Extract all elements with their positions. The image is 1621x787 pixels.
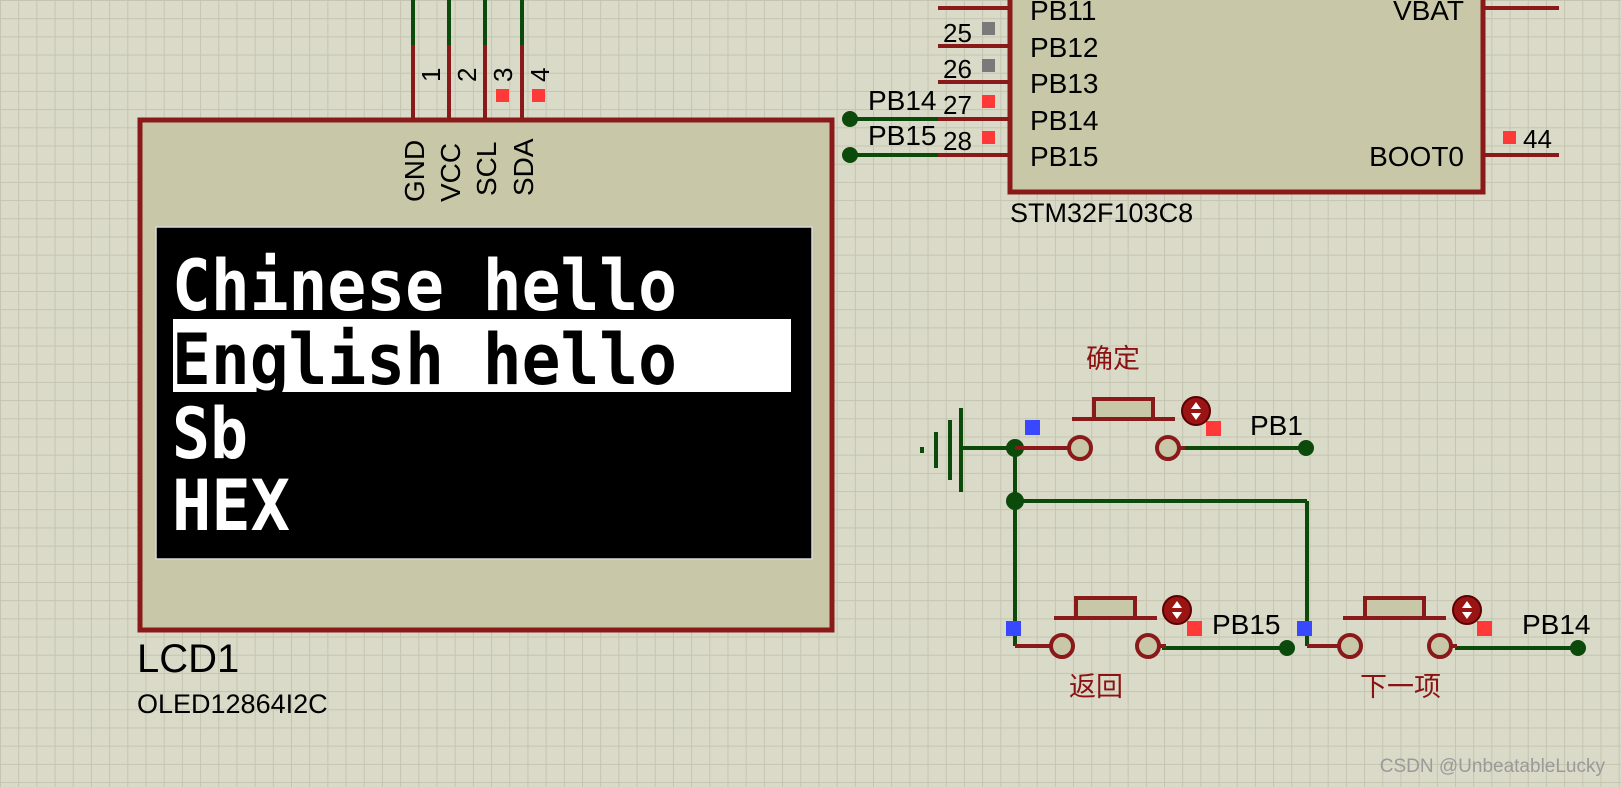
mcu-pin-num-28: 28 xyxy=(943,126,972,156)
ground-icon xyxy=(920,408,963,492)
pin-state-marker xyxy=(1006,621,1021,636)
oled-pin-num-2: 2 xyxy=(452,68,482,82)
pin-state-marker xyxy=(1477,621,1492,636)
mcu-pin-pb11: PB11 xyxy=(1030,0,1096,26)
mcu-pin-num-26: 26 xyxy=(943,54,972,84)
mcu-pin-boot0: BOOT0 xyxy=(1369,141,1464,172)
net-label-pb15: PB15 xyxy=(868,120,937,151)
watermark: CSDN @UnbeatableLucky xyxy=(1380,756,1606,777)
oled-pin-num-4: 4 xyxy=(525,68,555,82)
mcu-pin-pb13: PB13 xyxy=(1030,68,1099,99)
oled-pin-vcc: VCC xyxy=(435,143,466,202)
mcu-pin-pb12: PB12 xyxy=(1030,32,1099,63)
oled-display[interactable]: 1 2 3 4 GND VCC SCL SDA Chinese hello En… xyxy=(137,0,835,633)
pin-state-marker xyxy=(496,89,509,102)
oled-pin-sda: SDA xyxy=(508,138,539,196)
actuator-icon[interactable] xyxy=(1162,595,1192,625)
oled-reference: LCD1 xyxy=(137,637,239,681)
oled-pin-num-3: 3 xyxy=(488,68,518,82)
net-label-pb14: PB14 xyxy=(868,85,937,116)
net-label-pb15-back: PB15 xyxy=(1212,609,1281,640)
mcu-pin-num-27: 27 xyxy=(943,90,972,120)
mcu-pin-num-25: 25 xyxy=(943,18,972,48)
pin-state-marker xyxy=(1187,621,1202,636)
pin-state-marker xyxy=(982,95,995,108)
net-label-pb1: PB1 xyxy=(1250,410,1303,441)
pin-state-marker xyxy=(982,22,995,35)
menu-item-sb[interactable]: Sb xyxy=(172,393,248,475)
pin-state-marker xyxy=(1206,421,1221,436)
menu-item-hex[interactable]: HEX xyxy=(172,465,290,547)
actuator-icon[interactable] xyxy=(1452,595,1482,625)
pin-state-marker xyxy=(982,59,995,72)
oled-pin-scl: SCL xyxy=(471,142,502,196)
mcu-pin-num-44: 44 xyxy=(1523,124,1552,154)
mcu-pin-pb15: PB15 xyxy=(1030,141,1099,172)
net-label-pb14-next: PB14 xyxy=(1522,609,1591,640)
oled-pin-num-1: 1 xyxy=(416,68,446,82)
button-label-next: 下一项 xyxy=(1360,672,1441,703)
pin-state-marker xyxy=(1025,420,1040,435)
actuator-icon[interactable] xyxy=(1181,396,1211,426)
pin-state-marker xyxy=(982,131,995,144)
menu-item-english-hello[interactable]: English hello xyxy=(172,319,677,401)
mcu-chip[interactable]: 25 26 27 28 PB11 PB12 PB13 PB14 PB15 VBA… xyxy=(938,0,1559,195)
pin-state-marker xyxy=(532,89,545,102)
oled-part-name: OLED12864I2C xyxy=(137,689,328,719)
oled-pin-gnd: GND xyxy=(399,140,430,202)
menu-item-chinese-hello[interactable]: Chinese hello xyxy=(172,245,677,327)
button-label-back: 返回 xyxy=(1069,672,1123,703)
button-label-confirm: 确定 xyxy=(1086,344,1140,375)
pin-state-marker xyxy=(1297,621,1312,636)
pin-state-marker xyxy=(1503,131,1516,144)
mcu-pin-vbat: VBAT xyxy=(1393,0,1464,26)
mcu-pin-pb14: PB14 xyxy=(1030,105,1099,136)
mcu-part-name: STM32F103C8 xyxy=(1010,198,1193,228)
